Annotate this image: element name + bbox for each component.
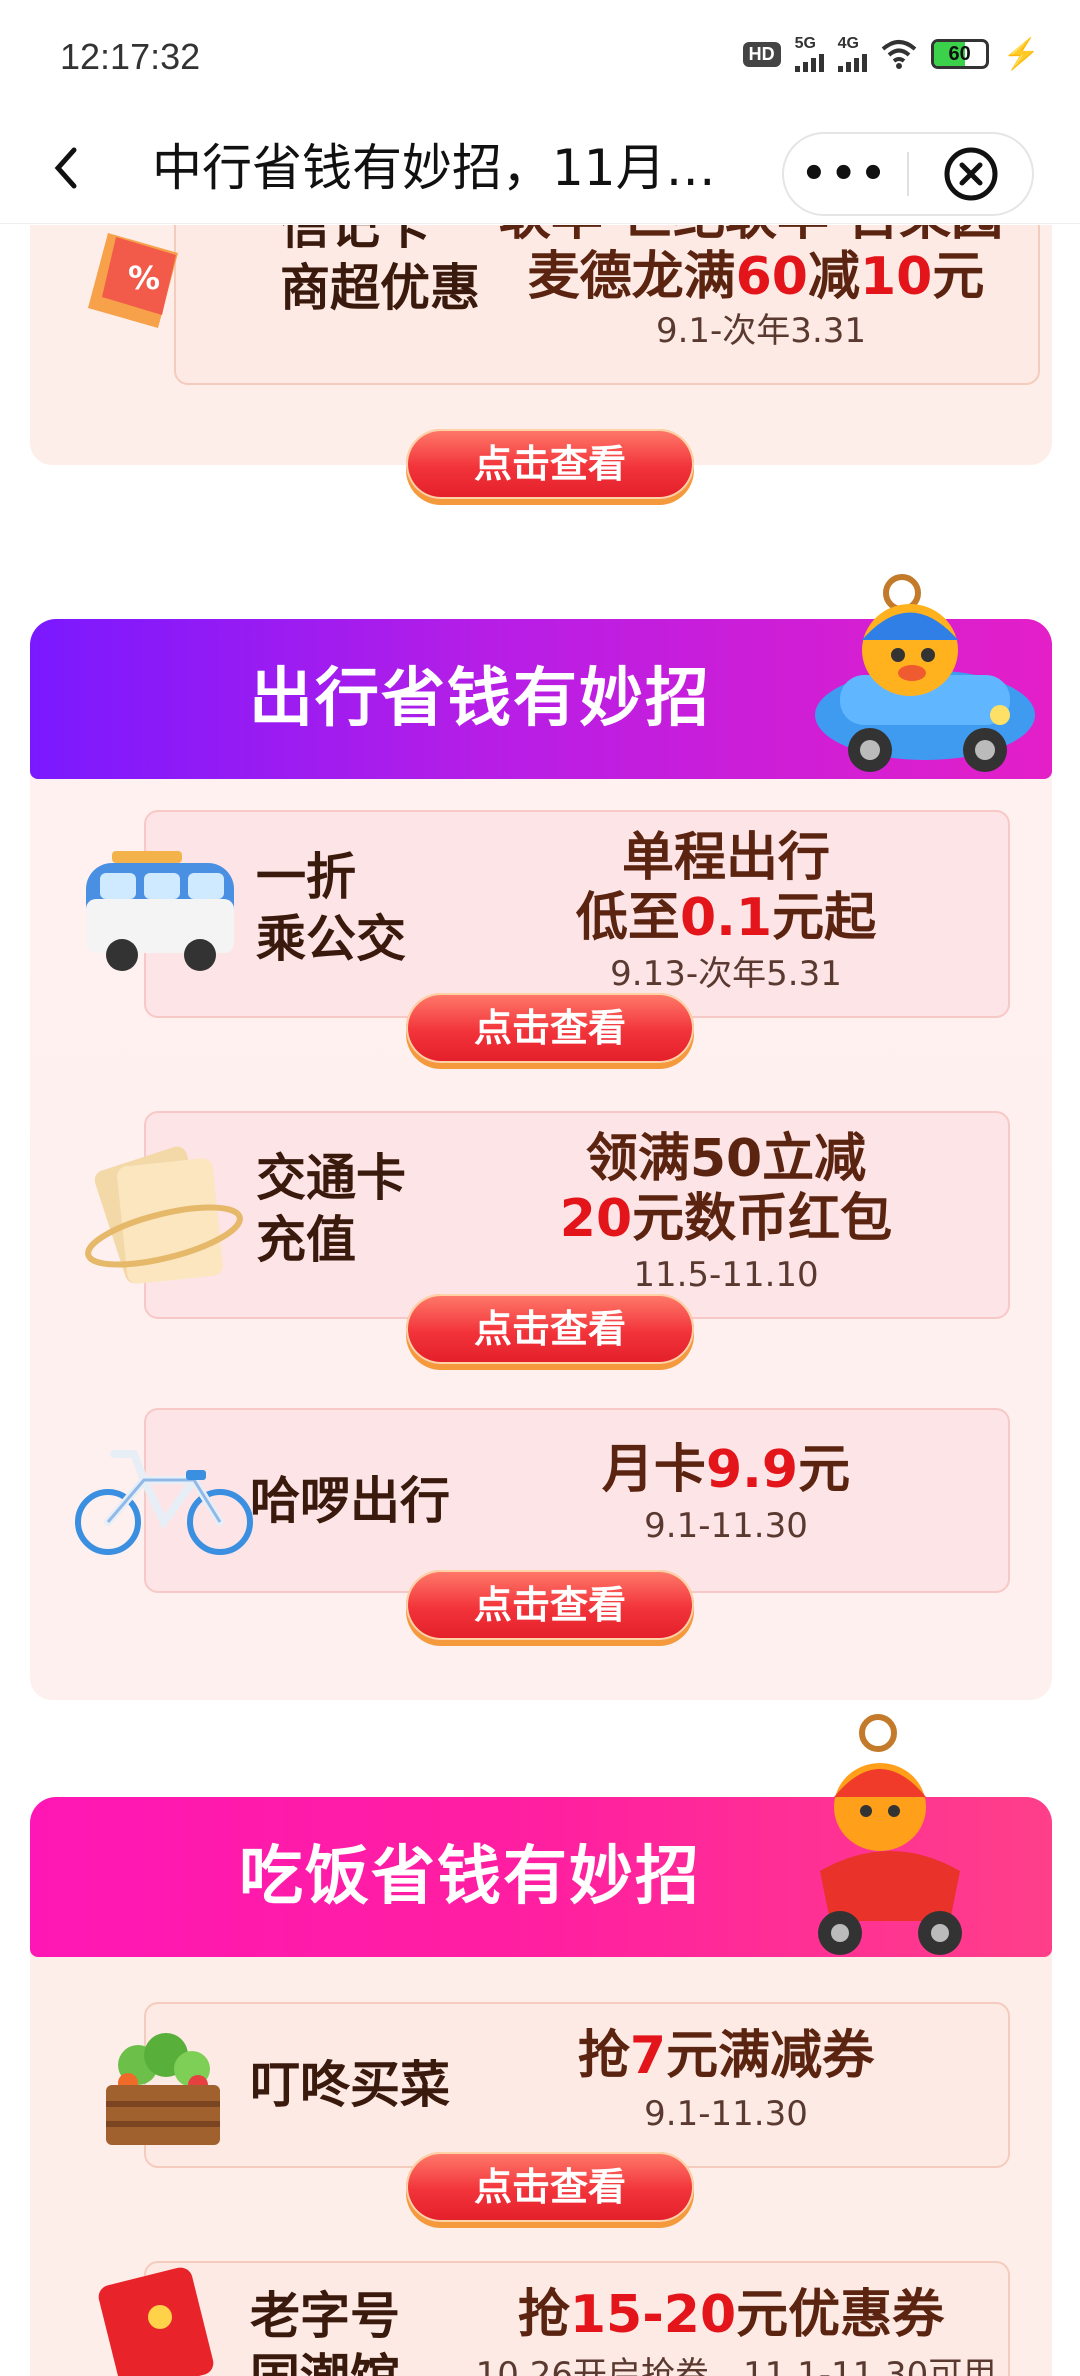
offer-main-suffix: 元数币红包 — [632, 1189, 893, 1249]
offer-date: 9.13-次年5.31 — [610, 954, 842, 994]
offer-date: 9.1-11.30 — [644, 2094, 808, 2134]
coupon-icon: % — [88, 233, 178, 328]
offer-name-text: 信记卡 商超优惠 — [280, 225, 480, 317]
offer-highlight: 0.1 — [679, 888, 773, 948]
offer-main-line1: 月卡9.9元 — [526, 1440, 926, 1500]
offer-name-line1: 老字号 — [250, 2287, 400, 2345]
close-circle-icon — [944, 147, 997, 201]
offer-main-prefix: 抢 — [517, 2285, 570, 2345]
offer-date: 11.5-11.10 — [633, 1255, 819, 1295]
offer-name: 信记卡 商超优惠 — [280, 225, 520, 319]
offer-bus: 一折 乘公交 单程出行 低至0.1元起 9.13-次年5.31 — [144, 810, 1010, 1018]
offer-name-line1: 哈啰出行 — [250, 1472, 450, 1530]
offer-main-suffix: 元优惠券 — [736, 2285, 945, 2345]
offer-name-line2: 国潮馆 — [250, 2347, 450, 2376]
offer-main-line1: 单程出行 — [621, 828, 830, 888]
offer-name: 哈啰出行 — [250, 1470, 490, 1532]
bus-icon — [86, 851, 234, 971]
scooter-mascot-icon — [818, 1714, 962, 1955]
offer-name: 叮咚买菜 — [250, 2054, 490, 2116]
svg-text:%: % — [128, 259, 160, 297]
offer-date: 10.26开启抢券，11.1-11.30可用 — [475, 2355, 997, 2376]
nav-bar: 中行省钱有妙招，11月… ••• — [0, 112, 1080, 224]
car-mascot-icon — [815, 574, 1035, 772]
offer-main-prefix: 低至 — [575, 888, 680, 948]
offer-highlight: 20 — [559, 1189, 633, 1249]
offer-main-line1: 抢15-20元优惠券 — [486, 2285, 976, 2345]
offer-name-line2: 充值 — [256, 1211, 356, 1269]
offer-date: 9.1-次年3.31 — [655, 311, 867, 351]
vegetable-crate-icon — [106, 2033, 220, 2145]
view-button[interactable]: 点击查看 — [406, 2152, 694, 2222]
offer-main-prefix: 月卡 — [601, 1440, 706, 1500]
transport-card-icon — [85, 1146, 243, 1284]
view-button[interactable]: 点击查看 — [406, 429, 694, 499]
close-button[interactable] — [909, 134, 1032, 214]
offer-name: 交通卡 充值 — [256, 1147, 456, 1271]
section-card-supermarket: 信记卡 商超优惠 联华 世纪联华 百果园 麦德龙满60减10元 9.1-次年3.… — [30, 225, 1052, 499]
offer-main-prefix: 麦德龙满 — [527, 247, 736, 307]
offer-main-suffix: 元 — [932, 247, 985, 307]
offer-highlight: 15-20 — [569, 2285, 737, 2345]
offer-transport-card: 交通卡 充值 领满50立减 20元数币红包 11.5-11.10 — [144, 1111, 1010, 1319]
battery-level: 60 — [948, 43, 971, 65]
charging-icon: ⚡ — [1002, 37, 1040, 71]
offer-supermarket: 信记卡 商超优惠 联华 世纪联华 百果园 麦德龙满60减10元 9.1-次年3.… — [174, 225, 1040, 385]
offer-main-line1: 联华 世纪联华 百果园 — [486, 225, 1016, 247]
offer-name-line1: 叮咚买菜 — [250, 2056, 450, 2114]
view-button[interactable]: 点击查看 — [406, 1570, 694, 1640]
travel-banner-title: 出行省钱有妙招 — [249, 662, 711, 736]
offer-highlight: 7 — [629, 2026, 667, 2086]
offer-name-line1: 交通卡 — [256, 1149, 406, 1207]
offer-main-mid: 减 — [807, 247, 860, 307]
back-button[interactable] — [40, 138, 96, 198]
offer-hello-bike: 哈啰出行 月卡9.9元 9.1-11.30 — [144, 1408, 1010, 1593]
offer-date: 9.1-11.30 — [644, 1506, 808, 1546]
offer-name-line1: 一折 — [256, 848, 356, 906]
offer-main-suffix: 元 — [798, 1440, 851, 1500]
offer-main-suffix: 元满减券 — [666, 2026, 875, 2086]
offer-main-line1: 抢7元满减券 — [526, 2026, 926, 2086]
offer-highlight: 10 — [860, 247, 933, 307]
offer-main-line2: 20元数币红包 — [516, 1189, 936, 1249]
offer-name-line2: 乘公交 — [256, 910, 406, 968]
offer-main-line1: 领满50立减 — [585, 1129, 867, 1189]
view-button[interactable]: 点击查看 — [406, 1294, 694, 1364]
status-time: 12:17:32 — [60, 36, 201, 77]
offer-name: 老字号 国潮馆 — [250, 2285, 450, 2376]
hd-icon: HD — [742, 41, 781, 67]
page-content: 信记卡 商超优惠 联华 世纪联华 百果园 麦德龙满60减10元 9.1-次年3.… — [0, 225, 1080, 2376]
red-envelope-icon — [98, 2267, 214, 2376]
bicycle-icon — [75, 1450, 253, 1555]
page-title: 中行省钱有妙招，11月… — [152, 139, 716, 197]
offer-time-honored: 老字号 国潮馆 抢15-20元优惠券 10.26开启抢券，11.1-11.30可… — [144, 2261, 1010, 2376]
offer-highlight: 60 — [735, 247, 808, 307]
offer-main-suffix: 元起 — [772, 888, 877, 948]
offer-main-line2: 麦德龙满60减10元 — [516, 247, 996, 307]
more-button[interactable]: ••• — [784, 134, 907, 214]
status-bar: 12:17:32 HD 5G 4G 60 ⚡ — [0, 0, 1080, 112]
offer-dingdong: 叮咚买菜 抢7元满减券 9.1-11.30 — [144, 2002, 1010, 2168]
offer-main-prefix: 抢 — [577, 2026, 630, 2086]
offer-name: 一折 乘公交 — [256, 846, 456, 970]
mini-program-capsule: ••• — [782, 132, 1034, 216]
food-banner-title: 吃饭省钱有妙招 — [239, 1840, 701, 1914]
status-icons: HD 5G 4G 60 ⚡ — [742, 36, 1040, 72]
offer-highlight: 9.9 — [705, 1440, 799, 1500]
wifi-icon — [881, 40, 916, 69]
signal-5g-icon: 5G — [794, 36, 824, 72]
view-button[interactable]: 点击查看 — [406, 993, 694, 1063]
offer-main-line2: 低至0.1元起 — [526, 888, 926, 948]
battery-icon: 60 — [930, 39, 989, 69]
signal-4g-icon: 4G — [837, 36, 867, 72]
